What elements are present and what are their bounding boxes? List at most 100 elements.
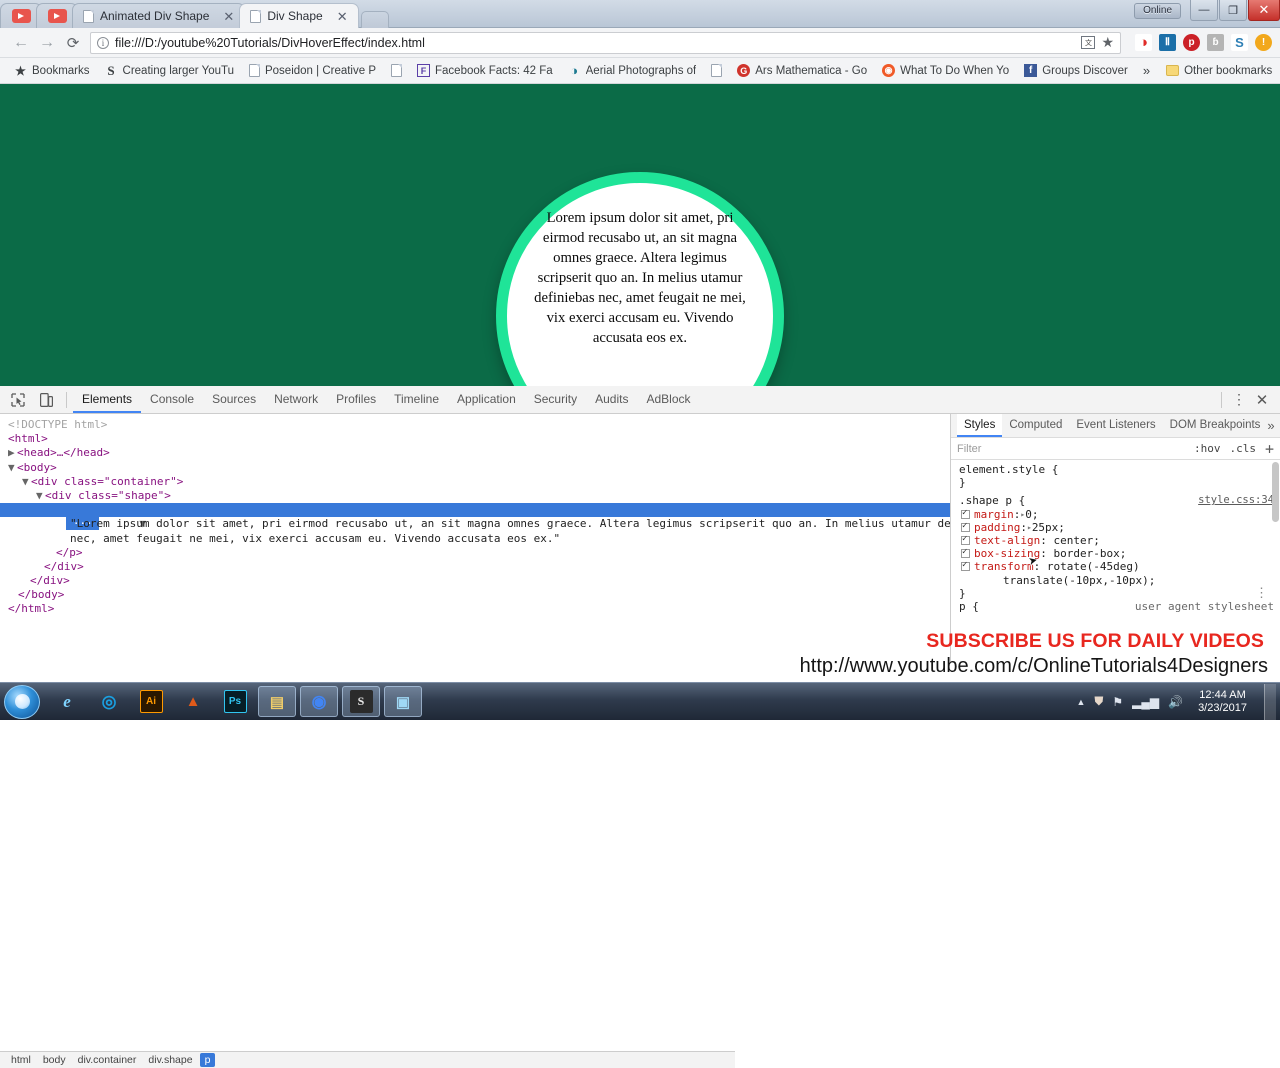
close-button[interactable]: ✕ [1248, 0, 1280, 21]
devtools-close-icon[interactable]: ✕ [1250, 391, 1274, 409]
rule-user-agent[interactable]: p { user agent stylesheet [951, 600, 1280, 613]
property-value[interactable]: center; [1053, 534, 1099, 547]
property-value[interactable]: border-box; [1053, 547, 1126, 560]
taskbar-vlc[interactable]: ▲ [174, 686, 212, 717]
tab-network[interactable]: Network [265, 386, 327, 413]
tab-application[interactable]: Application [448, 386, 525, 413]
alert-extension-icon[interactable]: ! [1255, 34, 1272, 51]
online-status-button[interactable]: Online [1134, 3, 1181, 19]
styles-scrollbar[interactable] [1272, 462, 1279, 522]
bookmark-item[interactable]: ★ Bookmarks [8, 62, 96, 79]
styles-tab-dom-breakpoints[interactable]: DOM Breakpoints [1163, 414, 1268, 437]
bookmark-item[interactable]: F Facebook Facts: 42 Fa [411, 62, 559, 79]
network-icon[interactable]: ▂▄▆ [1132, 695, 1159, 709]
tab-animated-div-shape[interactable]: Animated Div Shape ✕ [72, 3, 245, 28]
property-checkbox[interactable] [961, 510, 970, 519]
address-bar[interactable]: i file:///D:/youtube%20Tutorials/DivHove… [90, 32, 1121, 54]
security-alert-icon[interactable]: ⛊ [1094, 694, 1103, 709]
tab-div-shape[interactable]: Div Shape ✕ [239, 3, 358, 28]
property-checkbox[interactable] [961, 523, 970, 532]
taskbar-chrome-canary[interactable]: ◎ [90, 686, 128, 717]
bookmark-item[interactable]: G Ars Mathematica - Go [731, 62, 873, 79]
tab-profiles[interactable]: Profiles [327, 386, 385, 413]
css-property-margin[interactable]: margin:▸0; [959, 508, 1274, 521]
taskbar-google-chrome[interactable]: ◉ [300, 686, 338, 717]
breadcrumb-p[interactable]: p [200, 1053, 216, 1067]
tab-close-icon[interactable]: ✕ [223, 10, 234, 23]
taskbar-internet-explorer[interactable]: e [48, 686, 86, 717]
new-style-rule-button[interactable]: + [1265, 440, 1274, 458]
opera-vpn-icon[interactable]: ◑ [1135, 34, 1152, 51]
dom-line-body-open[interactable]: ▼<body> [0, 461, 950, 475]
property-value[interactable]: rotate(-45deg) [1047, 560, 1140, 573]
expand-arrow-icon[interactable]: ▶ [8, 446, 17, 460]
styles-tab-computed[interactable]: Computed [1002, 414, 1069, 437]
breadcrumb-div-shape[interactable]: div.shape [143, 1053, 197, 1067]
bookmark-item[interactable] [705, 62, 728, 79]
taskbar-illustrator[interactable]: Ai [132, 686, 170, 717]
tab-sources[interactable]: Sources [203, 386, 265, 413]
property-checkbox[interactable] [961, 549, 970, 558]
dom-line-head[interactable]: ▶<head>…</head> [0, 446, 950, 460]
other-bookmarks-folder[interactable]: Other bookmarks [1160, 63, 1278, 79]
breadcrumb-body[interactable]: body [38, 1053, 71, 1067]
bookmark-item[interactable]: f Groups Discover [1018, 62, 1134, 79]
collapse-arrow-icon[interactable]: ▼ [36, 489, 45, 503]
css-property-box-sizing[interactable]: box-sizing: border-box; [959, 547, 1274, 560]
css-property-text-align[interactable]: text-align: center; [959, 534, 1274, 547]
css-property-padding[interactable]: padding:▸25px; [959, 521, 1274, 534]
dom-tree[interactable]: <!DOCTYPE html> <html> ▶<head>…</head> ▼… [0, 414, 950, 664]
pinterest-icon[interactable]: p [1183, 34, 1200, 51]
page-info-icon[interactable]: i [97, 37, 109, 49]
inspect-element-icon[interactable] [4, 387, 32, 413]
property-value[interactable]: 0; [1025, 508, 1038, 521]
dom-line-html-open[interactable]: <html> [0, 432, 950, 446]
minimize-button[interactable]: — [1190, 0, 1218, 21]
property-checkbox[interactable] [961, 562, 970, 571]
styles-tabs-overflow-icon[interactable]: » [1267, 418, 1280, 433]
taskbar-photoshop[interactable]: Ps [216, 686, 254, 717]
bookmark-item[interactable]: Poseidon | Creative P [243, 62, 382, 79]
reload-button[interactable]: ⟳ [60, 34, 86, 52]
devtools-menu-icon[interactable]: ⋮ [1228, 391, 1250, 408]
taskbar-file-explorer[interactable]: ▤ [258, 686, 296, 717]
property-checkbox[interactable] [961, 536, 970, 545]
dom-line-p-selected[interactable]: ··· ▼<p>== $0 [0, 503, 950, 517]
dom-line-shape-open[interactable]: ▼<div class="shape"> [0, 489, 950, 503]
taskbar-clock[interactable]: 12:44 AM 3/23/2017 [1192, 689, 1253, 715]
rule-element-style[interactable]: element.style { } [951, 463, 1280, 489]
taskbar-sublime-text[interactable]: S [342, 686, 380, 717]
new-tab-button[interactable] [361, 11, 389, 28]
bookmarks-overflow-button[interactable]: » [1137, 61, 1156, 80]
lastpass-icon[interactable]: Ⅱ [1159, 34, 1176, 51]
hov-toggle[interactable]: :hov [1194, 442, 1221, 455]
maximize-button[interactable]: ❐ [1219, 0, 1247, 21]
grey-extension-icon[interactable]: ɓ [1207, 34, 1224, 51]
styles-tab-event-listeners[interactable]: Event Listeners [1069, 414, 1162, 437]
rule-shape-p[interactable]: .shape p { style.css:34 margin:▸0; paddi… [951, 494, 1280, 600]
tab-security[interactable]: Security [525, 386, 586, 413]
translate-icon[interactable]: 文 [1081, 36, 1095, 49]
tab-adblock[interactable]: AdBlock [637, 386, 699, 413]
tab-close-icon[interactable]: ✕ [337, 10, 348, 23]
breadcrumb-div-container[interactable]: div.container [73, 1053, 142, 1067]
back-button[interactable]: ← [8, 34, 34, 52]
bookmark-item[interactable] [385, 62, 408, 79]
collapse-arrow-icon[interactable]: ▼ [22, 475, 31, 489]
div-shape-circle[interactable]: Lorem ipsum dolor sit amet, pri eirmod r… [496, 172, 784, 386]
bookmark-star-icon[interactable]: ★ [1101, 34, 1114, 51]
tab-elements[interactable]: Elements [73, 386, 141, 413]
show-desktop-button[interactable] [1264, 684, 1276, 720]
collapse-arrow-icon[interactable]: ▼ [8, 461, 17, 475]
css-property-transform[interactable]: transform: rotate(-45deg) [959, 560, 1274, 573]
rule-menu-icon[interactable]: ⋮ [1255, 587, 1268, 600]
css-property-transform-continuation[interactable]: translate(-10px,-10px); [959, 574, 1274, 587]
styles-tab-styles[interactable]: Styles [957, 414, 1002, 437]
bookmark-item[interactable]: ◉ What To Do When Yo [876, 62, 1015, 79]
tab-audits[interactable]: Audits [586, 386, 637, 413]
device-toolbar-icon[interactable] [32, 387, 60, 413]
s-extension-icon[interactable]: S [1231, 34, 1248, 51]
rule-source-link[interactable]: style.css:34 [1198, 494, 1274, 507]
taskbar-photo-viewer[interactable]: ▣ [384, 686, 422, 717]
bookmark-item[interactable]: S Creating larger YouTu [99, 62, 240, 79]
